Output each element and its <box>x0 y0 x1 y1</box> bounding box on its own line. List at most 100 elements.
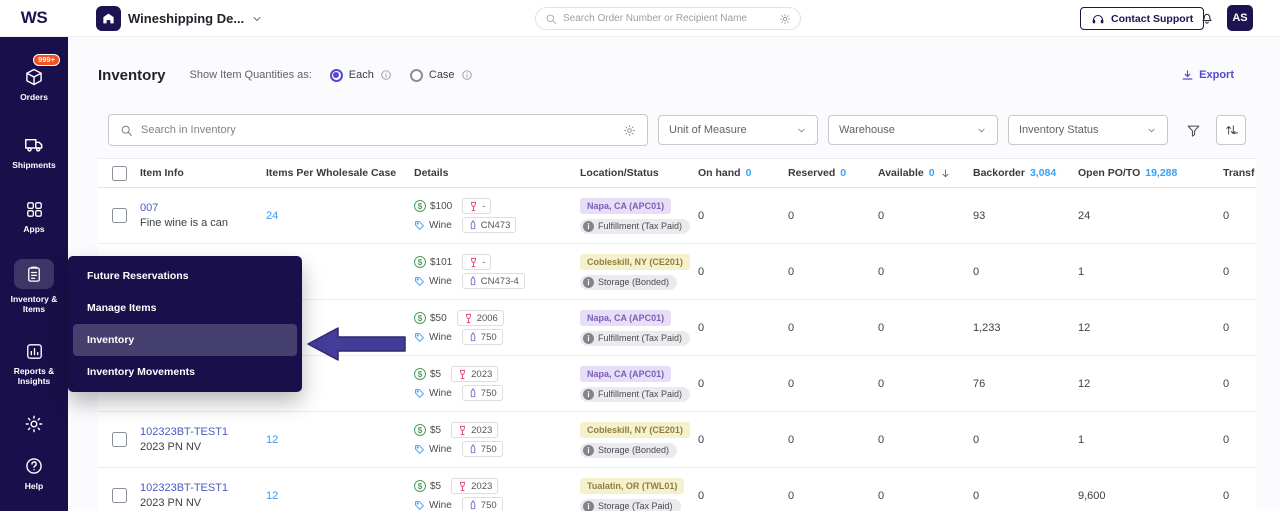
bottle-value: 750 <box>481 444 497 455</box>
menu-item[interactable]: Future Reservations <box>73 260 297 292</box>
status-text: Storage (Tax Paid) <box>598 501 673 511</box>
location-badge: Napa, CA (APC01) <box>580 310 671 326</box>
backorder-value: 1,233 <box>973 322 1078 334</box>
sidebar-item-help[interactable]: Help <box>2 456 66 491</box>
col-header-item-info[interactable]: Item Info <box>140 167 253 179</box>
global-search-input[interactable] <box>563 13 773 24</box>
search-settings-gear-icon[interactable] <box>779 13 791 25</box>
ws-logo[interactable]: WS <box>0 0 68 36</box>
info-icon: i <box>583 501 594 511</box>
contact-support-button[interactable]: Contact Support <box>1080 7 1204 30</box>
menu-item[interactable]: Manage Items <box>73 292 297 324</box>
bottle-value: CN473 <box>481 220 511 231</box>
sidebar-item-apps[interactable]: Apps <box>2 200 66 234</box>
reserved-value: 0 <box>788 378 878 390</box>
on-hand-value: 0 <box>698 266 788 278</box>
backorder-value: 93 <box>973 210 1078 222</box>
col-header-available[interactable]: Available0 <box>878 167 973 179</box>
status-badge: i Storage (Bonded) <box>580 443 677 458</box>
status-text: Storage (Bonded) <box>598 277 669 287</box>
on-hand-value: 0 <box>698 378 788 390</box>
col-label: On hand <box>698 167 741 179</box>
sidebar-item-shipments[interactable]: Shipments <box>2 134 66 170</box>
on-hand-value: 0 <box>698 322 788 334</box>
open-po-value: 12 <box>1078 322 1223 334</box>
status-badge: i Fulfillment (Tax Paid) <box>580 387 690 402</box>
location-badge: Napa, CA (APC01) <box>580 366 671 382</box>
sidebar-item-settings[interactable] <box>2 414 66 434</box>
col-header-open-po[interactable]: Open PO/TO19,288 <box>1078 167 1223 179</box>
filter-row: Unit of Measure Warehouse Inventory Stat… <box>108 114 1252 146</box>
search-settings-gear-icon[interactable] <box>623 124 636 137</box>
inventory-search[interactable] <box>108 114 648 146</box>
chevron-down-icon <box>976 125 987 136</box>
col-label: Available <box>878 167 924 179</box>
sort-button[interactable] <box>1216 115 1246 145</box>
warehouse-dropdown[interactable]: Warehouse <box>828 115 998 145</box>
transfer-value: 0 <box>1223 378 1256 390</box>
item-subtitle: 2023 PN NV <box>140 497 253 509</box>
menu-item[interactable]: Inventory Movements <box>73 356 297 388</box>
tag-icon <box>414 220 425 231</box>
warehouse-icon <box>96 6 121 31</box>
items-per-case-value: 12 <box>253 490 410 502</box>
row-checkbox[interactable] <box>112 488 127 503</box>
radio-each-control[interactable] <box>330 69 343 82</box>
bar-chart-icon <box>25 342 44 361</box>
notifications-bell-icon[interactable] <box>1199 10 1215 26</box>
col-header-transfer[interactable]: Transf <box>1223 167 1256 179</box>
row-checkbox[interactable] <box>112 432 127 447</box>
col-header-details[interactable]: Details <box>410 167 580 179</box>
radio-case-control[interactable] <box>410 69 423 82</box>
bottle-icon <box>468 500 478 510</box>
sidebar-item-reports-insights[interactable]: Reports & Insights <box>2 342 66 386</box>
sidebar-item-inventory-items[interactable]: Inventory & Items <box>2 259 66 314</box>
price-dollar-icon: $ <box>414 200 426 212</box>
price-dollar-icon: $ <box>414 256 426 268</box>
select-all-checkbox[interactable] <box>112 166 127 181</box>
item-link[interactable]: 102323BT-TEST1 <box>140 426 253 438</box>
quantities-label: Show Item Quantities as: <box>190 69 312 81</box>
vintage-glass-icon <box>457 369 468 380</box>
col-header-backorder[interactable]: Backorder3,084 <box>973 167 1078 179</box>
inventory-status-dropdown[interactable]: Inventory Status <box>1008 115 1168 145</box>
col-header-on-hand[interactable]: On hand0 <box>698 167 788 179</box>
backorder-value: 0 <box>973 490 1078 502</box>
inventory-search-input[interactable] <box>141 124 615 136</box>
menu-item[interactable]: Inventory <box>73 324 297 356</box>
global-search[interactable] <box>535 7 801 30</box>
unit-of-measure-dropdown[interactable]: Unit of Measure <box>658 115 818 145</box>
org-selector[interactable]: Wineshipping De... <box>96 6 263 31</box>
col-header-location[interactable]: Location/Status <box>580 167 698 179</box>
filter-funnel-button[interactable] <box>1180 116 1206 144</box>
col-header-per-case[interactable]: Items Per Wholesale Case <box>253 167 410 179</box>
open-po-value: 9,600 <box>1078 490 1223 502</box>
headset-icon <box>1091 12 1105 26</box>
status-badge: i Fulfillment (Tax Paid) <box>580 331 690 346</box>
transfer-value: 0 <box>1223 266 1256 278</box>
items-per-case-value: 12 <box>253 434 410 446</box>
info-icon[interactable] <box>380 69 392 81</box>
export-button[interactable]: Export <box>1181 69 1234 82</box>
on-hand-value: 0 <box>698 434 788 446</box>
item-link[interactable]: 102323BT-TEST1 <box>140 482 253 494</box>
info-icon[interactable] <box>461 69 473 81</box>
clipboard-icon <box>25 265 43 283</box>
inventory-items-flyout-menu: Future Reservations Manage Items Invento… <box>68 256 302 392</box>
vintage-glass-icon <box>463 313 474 324</box>
help-question-icon <box>24 456 44 476</box>
radio-case[interactable]: Case <box>410 69 473 82</box>
unit-of-measure-label: Unit of Measure <box>669 124 747 136</box>
radio-each[interactable]: Each <box>330 69 392 82</box>
status-text: Storage (Bonded) <box>598 445 669 455</box>
item-link[interactable]: 007 <box>140 202 253 214</box>
bottle-icon <box>468 332 478 342</box>
orders-box-icon <box>24 67 44 87</box>
bottle-icon <box>468 276 478 286</box>
bottle-icon <box>468 220 478 230</box>
sort-descending-icon[interactable] <box>940 168 951 179</box>
col-header-reserved[interactable]: Reserved0 <box>788 167 878 179</box>
row-checkbox[interactable] <box>112 208 127 223</box>
sidebar-item-orders[interactable]: 999+ Orders <box>2 67 66 102</box>
user-avatar[interactable]: AS <box>1227 5 1253 31</box>
